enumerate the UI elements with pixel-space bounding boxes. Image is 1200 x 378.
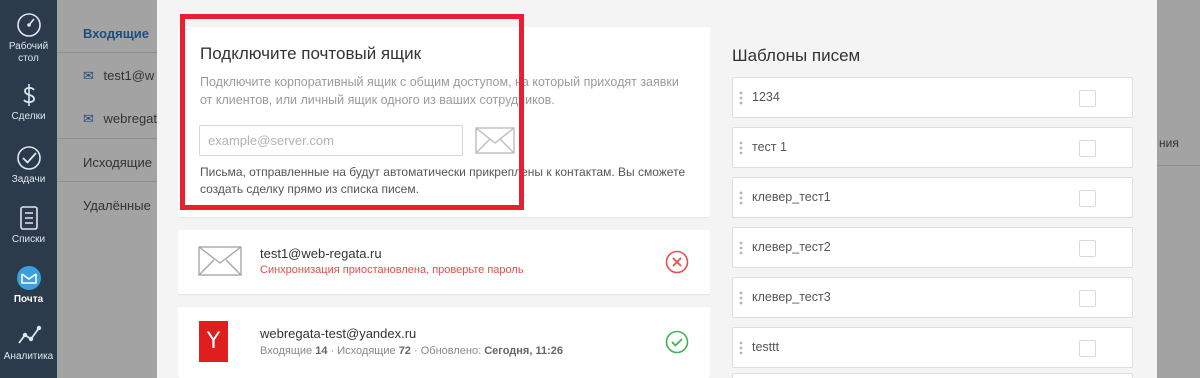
ok-status-icon[interactable] bbox=[665, 330, 689, 354]
outbox-count: 72 bbox=[398, 345, 411, 357]
nav-analytics-label: Аналитика bbox=[3, 351, 54, 362]
nav-dashboard-label: Рабочий стол bbox=[8, 41, 49, 64]
template-checkbox[interactable] bbox=[1079, 190, 1096, 207]
dashboard-icon bbox=[16, 13, 41, 37]
template-label: клевер_тест1 bbox=[752, 190, 831, 204]
divider bbox=[57, 138, 157, 139]
app-sidebar: Рабочий стол Сделки Задачи Списки Почта … bbox=[0, 0, 57, 378]
drag-handle-icon[interactable] bbox=[739, 341, 743, 355]
check-icon bbox=[16, 146, 41, 170]
nav-mail[interactable]: Почта bbox=[0, 265, 57, 306]
template-item[interactable]: клевер_тест1 bbox=[732, 177, 1133, 218]
drag-handle-icon[interactable] bbox=[739, 241, 743, 255]
mailbox-card[interactable]: Y webregata-test@yandex.ru Входящие 14 ·… bbox=[178, 307, 710, 378]
divider bbox=[1157, 165, 1200, 166]
template-checkbox[interactable] bbox=[1079, 140, 1096, 157]
error-status-icon[interactable] bbox=[665, 250, 689, 274]
template-label: клевер_тест3 bbox=[752, 290, 831, 304]
drag-handle-icon[interactable] bbox=[739, 191, 743, 205]
mailbox-address: test1@web-regata.ru bbox=[260, 246, 382, 261]
nav-mail-label: Почта bbox=[13, 294, 44, 305]
mailbox-card[interactable]: test1@web-regata.ru Синхронизация приост… bbox=[178, 230, 710, 294]
updated-value: Сегодня, 11:26 bbox=[484, 345, 563, 357]
template-label: 1234 bbox=[752, 90, 780, 104]
nav-deals-label: Сделки bbox=[11, 111, 46, 122]
nav-tasks[interactable]: Задачи bbox=[0, 145, 57, 186]
separator: · bbox=[414, 345, 421, 357]
nav-dashboard[interactable]: Рабочий стол bbox=[0, 12, 57, 65]
template-label: testtt bbox=[752, 340, 780, 354]
mailbox-sync-error: Синхронизация приостановлена, проверьте … bbox=[260, 264, 524, 276]
divider bbox=[57, 181, 157, 182]
mailbox-address: webregata-test@yandex.ru bbox=[260, 326, 417, 341]
template-item[interactable]: тест 1 bbox=[732, 127, 1133, 168]
template-checkbox[interactable] bbox=[1079, 340, 1096, 357]
template-checkbox[interactable] bbox=[1079, 290, 1096, 307]
outbox-label: Исходящие bbox=[337, 345, 396, 357]
dollar-icon bbox=[22, 84, 35, 106]
divider bbox=[57, 52, 157, 53]
drag-handle-icon[interactable] bbox=[739, 91, 743, 105]
inbox-count: 14 bbox=[315, 345, 328, 357]
template-item[interactable]: клевер_тест3 bbox=[732, 277, 1133, 318]
folder-inbox[interactable]: Входящие bbox=[83, 26, 149, 41]
nav-lists[interactable]: Списки bbox=[0, 205, 57, 246]
mailbox-stats: Входящие 14 · Исходящие 72 · Обновлено: … bbox=[260, 345, 563, 357]
template-checkbox[interactable] bbox=[1079, 90, 1096, 107]
template-item[interactable] bbox=[732, 373, 1133, 378]
folder-outgoing[interactable]: Исходящие bbox=[83, 155, 152, 170]
folder-mailbox-2-label: webregata bbox=[103, 111, 165, 126]
template-label: тест 1 bbox=[752, 140, 787, 154]
list-icon bbox=[19, 206, 38, 230]
nav-tasks-label: Задачи bbox=[11, 174, 46, 185]
drag-handle-icon[interactable] bbox=[739, 291, 743, 305]
envelope-icon bbox=[198, 246, 242, 276]
modal-notch bbox=[1122, 0, 1146, 10]
nav-analytics[interactable]: Аналитика bbox=[0, 322, 57, 363]
folder-mailbox-2[interactable]: ✉ webregata bbox=[83, 111, 164, 127]
mail-icon bbox=[16, 266, 41, 290]
right-fragment-text: ния bbox=[1159, 136, 1179, 150]
inbox-label: Входящие bbox=[260, 345, 313, 357]
template-checkbox[interactable] bbox=[1079, 240, 1096, 257]
analytics-icon bbox=[17, 325, 41, 344]
folder-mailbox-1[interactable]: ✉ test1@w bbox=[83, 68, 154, 84]
underlying-right-fragment: ния bbox=[1157, 0, 1200, 378]
envelope-icon: ✉ bbox=[83, 68, 94, 83]
yandex-logo-icon: Y bbox=[199, 321, 228, 362]
templates-title: Шаблоны писем bbox=[732, 46, 861, 65]
folder-deleted[interactable]: Удалённые bbox=[83, 198, 151, 213]
nav-lists-label: Списки bbox=[11, 234, 46, 245]
highlight-annotation-box bbox=[180, 14, 524, 210]
underlying-mail-folders: Входящие ✉ test1@w ✉ webregata Исходящие… bbox=[57, 0, 164, 378]
template-item[interactable]: testtt bbox=[732, 327, 1133, 368]
updated-label: Обновлено: bbox=[420, 345, 482, 357]
template-item[interactable]: 1234 bbox=[732, 77, 1133, 118]
drag-handle-icon[interactable] bbox=[739, 141, 743, 155]
envelope-icon: ✉ bbox=[83, 111, 94, 126]
template-label: клевер_тест2 bbox=[752, 240, 831, 254]
template-item[interactable]: клевер_тест2 bbox=[732, 227, 1133, 268]
nav-deals[interactable]: Сделки bbox=[0, 82, 57, 123]
folder-mailbox-1-label: test1@w bbox=[103, 68, 155, 83]
